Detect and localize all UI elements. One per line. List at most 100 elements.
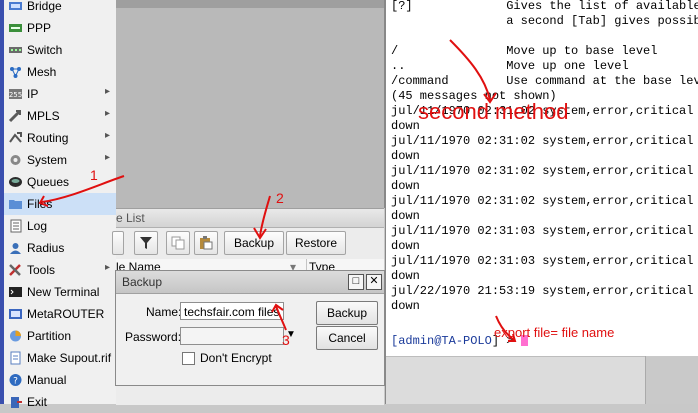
exit-icon bbox=[11, 397, 22, 408]
terminal-line: / Move up to base level bbox=[391, 44, 658, 58]
submenu-arrow-icon: ▸ bbox=[104, 152, 110, 163]
supout-icon bbox=[10, 351, 21, 365]
terminal-line: jul/11/1970 02:31:03 system,error,critic… bbox=[391, 224, 694, 238]
annotation-number-2: 2 bbox=[276, 190, 284, 206]
annotation-second-method: second method bbox=[418, 99, 569, 124]
backup-toolbar-button[interactable]: Backup bbox=[224, 231, 284, 255]
maximize-icon[interactable]: □ bbox=[348, 274, 364, 290]
filter-button[interactable] bbox=[134, 231, 158, 255]
backup-dialog-title: Backup bbox=[122, 275, 163, 289]
password-field[interactable] bbox=[180, 327, 284, 345]
main-menu: Bridge PPP Switch Mesh 255 IP ▸ MPLS ▸ R… bbox=[4, 0, 117, 409]
menu-item-log[interactable]: Log bbox=[4, 215, 116, 237]
menu-item-manual[interactable]: ? Manual bbox=[4, 369, 116, 391]
menu-item-queues[interactable]: Queues bbox=[4, 171, 116, 193]
mpls-icon bbox=[8, 109, 22, 123]
menu-item-radius[interactable]: Radius bbox=[4, 237, 116, 259]
toolbar-edge-button[interactable] bbox=[112, 231, 124, 255]
dont-encrypt-label: Don't Encrypt bbox=[200, 351, 272, 365]
ip-icon: 255 bbox=[9, 89, 22, 99]
annotation-number-1: 1 bbox=[90, 167, 98, 183]
cancel-button[interactable]: Cancel bbox=[316, 326, 378, 350]
backup-dialog: Backup □ ✕ Name: techsfair.com files Pas… bbox=[115, 270, 385, 386]
annotation-number-3: 3 bbox=[282, 332, 290, 348]
menu-item-mesh[interactable]: Mesh bbox=[4, 61, 116, 83]
partition-icon bbox=[10, 330, 21, 342]
submenu-arrow-icon: ▸ bbox=[104, 108, 110, 119]
backup-dialog-titlebar[interactable]: Backup □ ✕ bbox=[116, 271, 384, 294]
svg-text:255: 255 bbox=[9, 91, 22, 99]
mesh-icon bbox=[10, 67, 21, 78]
switch-icon bbox=[9, 47, 22, 53]
menu-item-metarouter[interactable]: MetaROUTER bbox=[4, 303, 116, 325]
background-window bbox=[116, 0, 385, 208]
paste-icon bbox=[200, 236, 213, 250]
terminal-line: down bbox=[391, 149, 420, 163]
menu-item-tools[interactable]: Tools ▸ bbox=[4, 259, 116, 281]
dont-encrypt-checkbox[interactable] bbox=[182, 352, 195, 365]
routing-icon bbox=[9, 132, 22, 143]
ppp-icon bbox=[9, 24, 22, 32]
queues-icon bbox=[9, 177, 22, 187]
menu-item-switch[interactable]: Switch bbox=[4, 39, 116, 61]
prompt-user: admin bbox=[398, 334, 435, 348]
paste-button[interactable] bbox=[194, 231, 218, 255]
terminal-line: jul/11/1970 02:31:02 system,error,critic… bbox=[391, 194, 694, 208]
terminal-output: [?] Gives the list of available commands… bbox=[391, 0, 698, 314]
password-label: Password: bbox=[125, 330, 182, 344]
terminal-icon bbox=[9, 287, 22, 297]
menu-item-ppp[interactable]: PPP bbox=[4, 17, 116, 39]
submenu-arrow-icon: ▸ bbox=[104, 130, 110, 141]
tools-icon bbox=[9, 264, 21, 276]
name-field[interactable]: techsfair.com files bbox=[180, 302, 284, 320]
menu-item-mpls[interactable]: MPLS ▸ bbox=[4, 105, 116, 127]
svg-text:?: ? bbox=[13, 377, 18, 387]
copy-button[interactable] bbox=[166, 231, 190, 255]
terminal-line: jul/22/1970 21:53:19 system,error,critic… bbox=[391, 284, 694, 298]
background-window-edge bbox=[116, 0, 384, 8]
file-list-title: e List bbox=[116, 211, 145, 225]
system-icon bbox=[10, 155, 21, 165]
annotation-export-note: export file= file name bbox=[494, 325, 615, 340]
backup-button[interactable]: Backup bbox=[316, 301, 378, 325]
terminal-line: /command Use command at the base level bbox=[391, 74, 698, 88]
menu-item-make-supout[interactable]: Make Supout.rif bbox=[4, 347, 116, 369]
prompt-host: TA-POLO bbox=[441, 334, 492, 348]
menu-item-ip[interactable]: 255 IP ▸ bbox=[4, 83, 116, 105]
terminal-scrollbar[interactable] bbox=[645, 356, 698, 404]
radius-icon bbox=[10, 243, 21, 254]
menu-item-routing[interactable]: Routing ▸ bbox=[4, 127, 116, 149]
menu-item-files[interactable]: Files bbox=[4, 193, 116, 215]
menu-item-partition[interactable]: Partition bbox=[4, 325, 116, 347]
terminal-line: jul/11/1970 02:31:02 system,error,critic… bbox=[391, 134, 694, 148]
name-label: Name: bbox=[146, 305, 182, 319]
terminal-line: down bbox=[391, 179, 420, 193]
terminal-line: a second [Tab] gives possible options bbox=[506, 14, 698, 28]
menu-item-new-terminal[interactable]: New Terminal bbox=[4, 281, 116, 303]
terminal-line: down bbox=[391, 299, 420, 313]
terminal-line: down bbox=[391, 239, 420, 253]
restore-toolbar-button[interactable]: Restore bbox=[286, 231, 346, 255]
menu-item-exit[interactable]: Exit bbox=[4, 391, 116, 413]
copy-icon bbox=[171, 236, 185, 250]
metarouter-icon bbox=[9, 309, 22, 319]
filter-icon bbox=[140, 237, 152, 249]
terminal-line: down bbox=[391, 209, 420, 223]
log-icon bbox=[10, 219, 22, 233]
terminal-line: jul/11/1970 02:31:03 system,error,critic… bbox=[391, 254, 694, 268]
terminal-line: down bbox=[391, 269, 420, 283]
terminal-window[interactable]: [?] Gives the list of available commands… bbox=[385, 0, 698, 404]
terminal-line: jul/11/1970 02:31:02 system,error,critic… bbox=[391, 164, 694, 178]
menu-item-system[interactable]: System ▸ bbox=[4, 149, 116, 171]
terminal-line: .. Move up one level bbox=[391, 59, 629, 73]
file-list-titlebar[interactable]: e List bbox=[116, 209, 384, 228]
terminal-line: [?] Gives the list of available commands bbox=[391, 0, 698, 13]
submenu-arrow-icon: ▸ bbox=[104, 86, 110, 97]
menu-item-bridge[interactable]: Bridge bbox=[4, 0, 116, 17]
manual-icon: ? bbox=[9, 374, 22, 387]
close-icon[interactable]: ✕ bbox=[366, 274, 382, 290]
submenu-arrow-icon: ▸ bbox=[104, 262, 110, 273]
files-icon bbox=[9, 200, 22, 209]
bridge-icon bbox=[9, 2, 22, 10]
